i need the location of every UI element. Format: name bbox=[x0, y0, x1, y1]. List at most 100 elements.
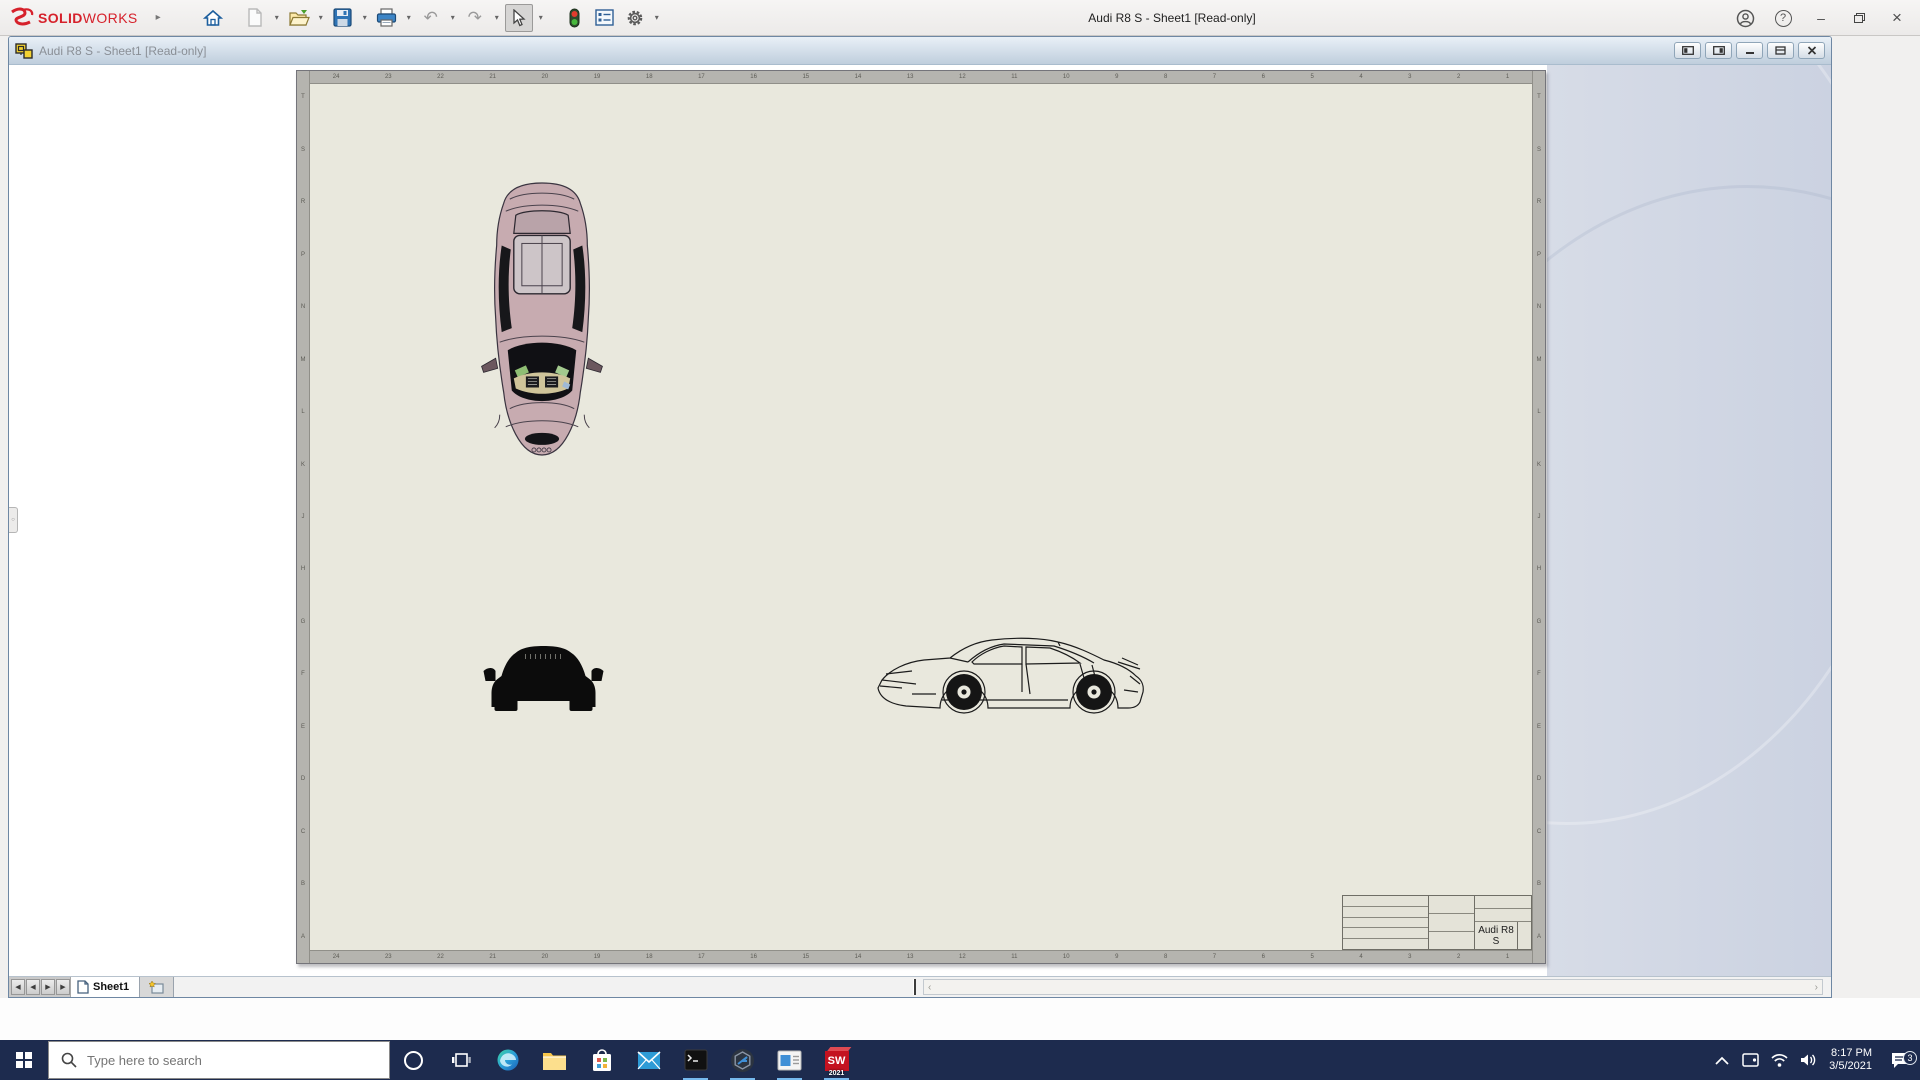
zone-label: R bbox=[301, 199, 305, 205]
dock-left-button[interactable] bbox=[1674, 42, 1701, 59]
open-dropdown-icon[interactable]: ▾ bbox=[315, 13, 327, 22]
document-minimize-button[interactable] bbox=[1736, 42, 1763, 59]
restore-button[interactable] bbox=[1844, 4, 1874, 32]
home-button[interactable] bbox=[199, 4, 227, 32]
tray-expand-button[interactable] bbox=[1707, 1040, 1736, 1080]
taskbar-search[interactable] bbox=[48, 1041, 390, 1079]
options-button[interactable] bbox=[621, 4, 649, 32]
zone-label: 12 bbox=[959, 954, 966, 960]
prev-sheet-button[interactable]: ◀ bbox=[26, 979, 40, 995]
zone-label: 14 bbox=[855, 74, 862, 80]
zone-label: 13 bbox=[907, 74, 914, 80]
graphics-viewport[interactable]: ○ 24232221201918171615141312111098765432… bbox=[9, 65, 1831, 976]
print-dropdown-icon[interactable]: ▾ bbox=[403, 13, 415, 22]
zone-label: 5 bbox=[1310, 954, 1313, 960]
new-document-button[interactable] bbox=[241, 4, 269, 32]
add-sheet-tab[interactable] bbox=[140, 977, 174, 997]
drawing-view-side[interactable] bbox=[871, 628, 1153, 725]
redo-button[interactable]: ↷ bbox=[461, 4, 489, 32]
quick-toolbar: ▾ ▾ ▾ ▾ ↶ ▾ ↷ ▾ ▾ ▾ bbox=[199, 4, 663, 32]
save-button[interactable] bbox=[329, 4, 357, 32]
scroll-left-icon[interactable]: ‹ bbox=[928, 982, 931, 993]
undo-button[interactable]: ↶ bbox=[417, 4, 445, 32]
close-button[interactable]: × bbox=[1882, 4, 1912, 32]
zone-label: T bbox=[1537, 94, 1541, 100]
tab-sheet1[interactable]: Sheet1 bbox=[71, 977, 140, 997]
scroll-right-icon[interactable]: › bbox=[1815, 982, 1818, 993]
close-icon: × bbox=[1892, 8, 1902, 28]
command-prompt-button[interactable] bbox=[672, 1040, 719, 1080]
windows-logo-icon bbox=[16, 1052, 31, 1067]
title-block-title-cell: Audi R8 S bbox=[1475, 922, 1531, 949]
last-sheet-button[interactable]: ▶ bbox=[56, 979, 70, 995]
zone-label: 17 bbox=[698, 74, 705, 80]
document-titlebar[interactable]: Audi R8 S - Sheet1 [Read-only] bbox=[9, 37, 1831, 65]
title-block-middle bbox=[1429, 896, 1475, 949]
task-view-button[interactable] bbox=[437, 1040, 484, 1080]
undo-dropdown-icon[interactable]: ▾ bbox=[447, 13, 459, 22]
hexagon-app-button[interactable] bbox=[719, 1040, 766, 1080]
zone-label: S bbox=[301, 147, 305, 153]
brand-wordmark: SOLIDWORKS bbox=[38, 10, 138, 26]
add-sheet-icon bbox=[149, 981, 164, 994]
title-block-cell bbox=[1475, 896, 1531, 909]
zone-label: 22 bbox=[437, 954, 444, 960]
zone-label: 5 bbox=[1310, 74, 1313, 80]
search-input[interactable] bbox=[87, 1053, 337, 1068]
zone-label: P bbox=[301, 252, 305, 258]
zone-label: M bbox=[1537, 357, 1542, 363]
device-icon bbox=[1741, 1052, 1760, 1068]
dock-right-button[interactable] bbox=[1705, 42, 1732, 59]
zone-label: A bbox=[1537, 934, 1541, 940]
print-button[interactable] bbox=[373, 4, 401, 32]
drawing-sheet[interactable]: 242322212019181716151413121110987654321 … bbox=[296, 70, 1546, 964]
tray-volume-button[interactable] bbox=[1794, 1040, 1823, 1080]
select-dropdown-icon[interactable]: ▾ bbox=[535, 13, 547, 22]
feature-manager-collapsed-tab[interactable]: ○ bbox=[9, 507, 18, 533]
taskbar-clock[interactable]: 8:17 PM 3/5/2021 bbox=[1823, 1047, 1880, 1073]
zone-label: E bbox=[1537, 724, 1541, 730]
zone-label: 18 bbox=[646, 954, 653, 960]
panel-app-button[interactable] bbox=[766, 1040, 813, 1080]
tray-network-button[interactable] bbox=[1765, 1040, 1794, 1080]
cortana-button[interactable] bbox=[390, 1040, 437, 1080]
options-dropdown-icon[interactable]: ▾ bbox=[651, 13, 663, 22]
title-block-cell bbox=[1429, 932, 1474, 949]
minimize-button[interactable]: – bbox=[1806, 4, 1836, 32]
zone-label: 19 bbox=[594, 74, 601, 80]
microsoft-store-button[interactable] bbox=[578, 1040, 625, 1080]
drawing-view-top[interactable] bbox=[479, 181, 605, 462]
drawing-view-front[interactable] bbox=[481, 631, 606, 720]
new-dropdown-icon[interactable]: ▾ bbox=[271, 13, 283, 22]
file-explorer-button[interactable] bbox=[531, 1040, 578, 1080]
car-side-view-image bbox=[871, 628, 1153, 720]
start-button[interactable] bbox=[0, 1040, 48, 1080]
menu-expand-icon[interactable]: ▸ bbox=[156, 12, 161, 23]
zone-label: 10 bbox=[1063, 954, 1070, 960]
open-button[interactable] bbox=[285, 4, 313, 32]
file-properties-button[interactable] bbox=[591, 4, 619, 32]
first-sheet-button[interactable]: ◀ bbox=[11, 979, 25, 995]
save-dropdown-icon[interactable]: ▾ bbox=[359, 13, 371, 22]
zone-label: F bbox=[301, 671, 305, 677]
zone-label: 17 bbox=[698, 954, 705, 960]
select-tool-button[interactable] bbox=[505, 4, 533, 32]
help-button[interactable]: ? bbox=[1768, 4, 1798, 32]
redo-dropdown-icon[interactable]: ▾ bbox=[491, 13, 503, 22]
pane-splitter[interactable] bbox=[913, 979, 916, 995]
notification-center-button[interactable]: 3 bbox=[1880, 1051, 1920, 1070]
horizontal-scrollbar[interactable]: ‹ › bbox=[923, 979, 1823, 995]
document-restore-button[interactable] bbox=[1767, 42, 1794, 59]
system-tray: 8:17 PM 3/5/2021 3 bbox=[1707, 1040, 1920, 1080]
rebuild-button[interactable] bbox=[561, 4, 589, 32]
viewport-background bbox=[1547, 65, 1831, 976]
edge-button[interactable] bbox=[484, 1040, 531, 1080]
document-close-button[interactable] bbox=[1798, 42, 1825, 59]
tray-device-button[interactable] bbox=[1736, 1040, 1765, 1080]
notification-count-badge: 3 bbox=[1903, 1051, 1917, 1065]
mail-button[interactable] bbox=[625, 1040, 672, 1080]
account-button[interactable] bbox=[1730, 4, 1760, 32]
next-sheet-button[interactable]: ▶ bbox=[41, 979, 55, 995]
zone-label: L bbox=[1537, 409, 1540, 415]
solidworks-taskbar-button[interactable]: SW 2021 bbox=[813, 1040, 860, 1080]
